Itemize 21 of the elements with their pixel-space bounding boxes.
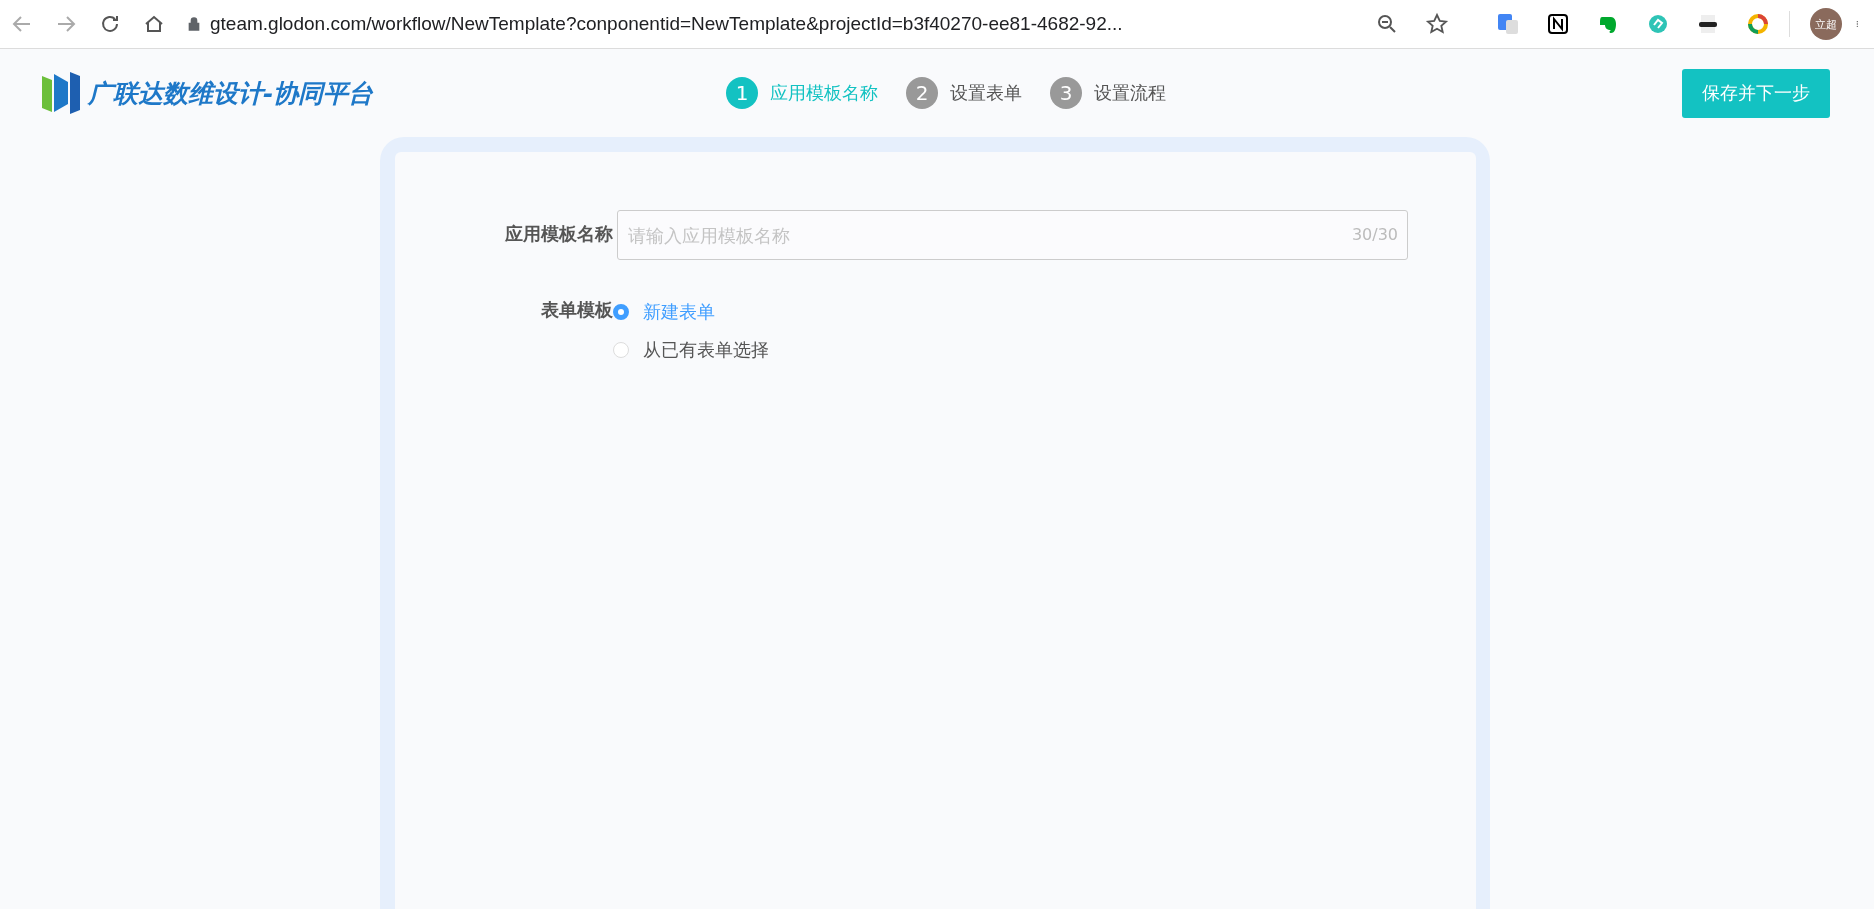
option-label: 从已有表单选择 xyxy=(643,338,769,362)
char-count: 30/30 xyxy=(1351,225,1398,244)
step-number: 3 xyxy=(1050,77,1082,109)
logo-text: 广联达数维设计-协同平台 xyxy=(88,77,374,110)
step-number: 1 xyxy=(726,77,758,109)
notion-icon[interactable] xyxy=(1546,12,1570,36)
field-label: 表单模板 xyxy=(540,298,613,322)
logo-icon xyxy=(42,70,80,116)
translate-icon[interactable] xyxy=(1496,12,1520,36)
option-label: 新建表单 xyxy=(643,300,715,324)
step-label[interactable]: 设置表单 xyxy=(950,81,1022,105)
field-label: 应用模板名称 xyxy=(504,222,613,246)
address-bar[interactable]: gteam.glodon.com/workflow/NewTemplate?conponentid=NewTemplate&projectId=b3f40270-ee81-4682-92... xyxy=(210,13,1123,35)
extension-icon[interactable] xyxy=(1646,12,1670,36)
radio-option[interactable]: 从已有表单选择 xyxy=(613,338,769,362)
step-number: 2 xyxy=(906,77,938,109)
ring-icon[interactable] xyxy=(1746,12,1770,36)
star-icon[interactable] xyxy=(1425,12,1449,36)
profile-avatar[interactable]: 立超 xyxy=(1810,8,1842,40)
step-label[interactable]: 设置流程 xyxy=(1094,81,1166,105)
radio-icon[interactable] xyxy=(613,304,629,320)
